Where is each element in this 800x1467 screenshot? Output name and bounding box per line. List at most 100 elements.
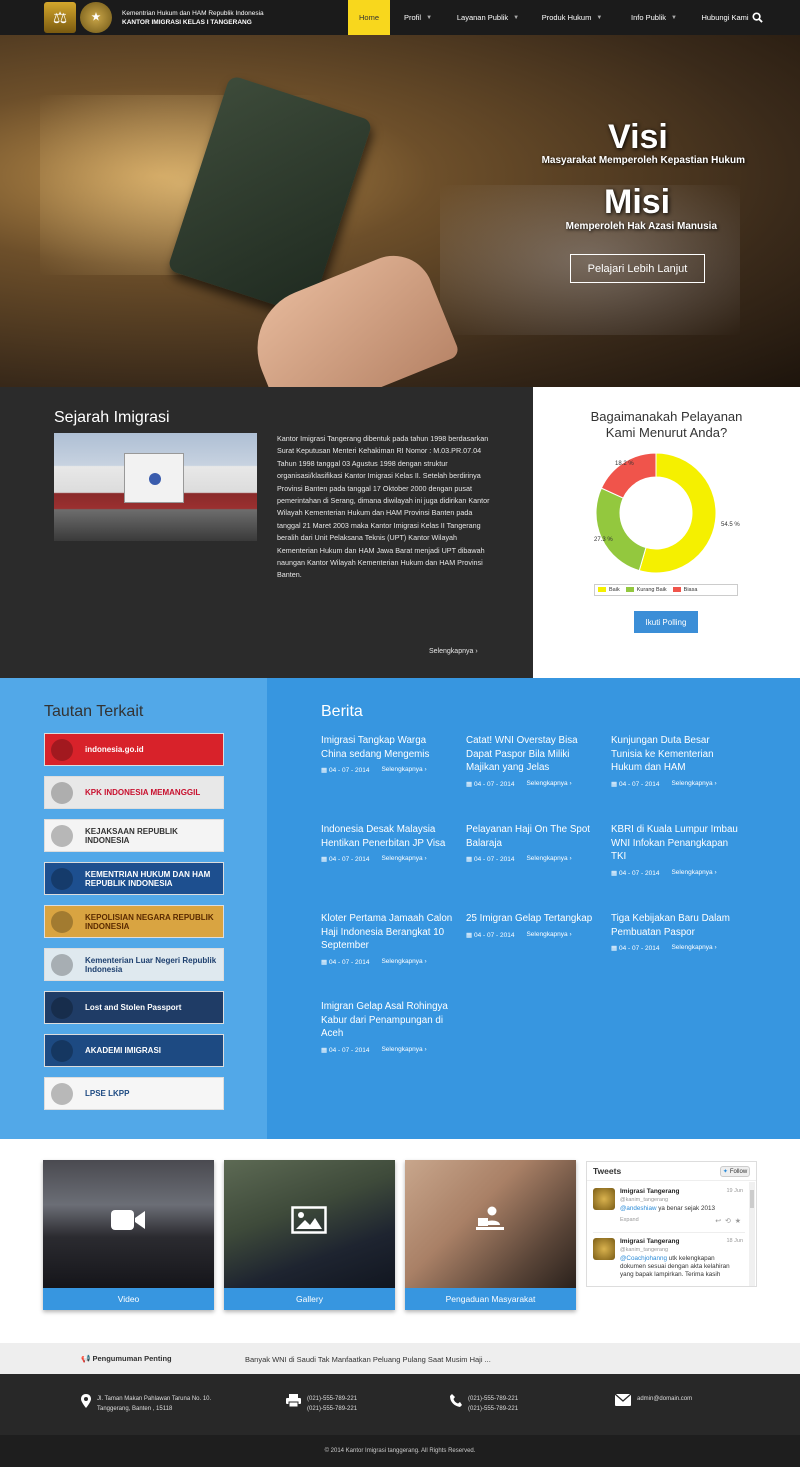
visi-title: Visi [608, 118, 668, 156]
emblem-icon [51, 825, 73, 847]
emblem-icon [51, 954, 73, 976]
news-title[interactable]: 25 Imigran Gelap Tertangkap [466, 912, 598, 926]
reply-icon[interactable]: ↩ [715, 1218, 721, 1225]
news-more-link[interactable]: Selengkapnya › [671, 780, 716, 788]
expand-link[interactable]: Expand [620, 1217, 639, 1223]
news-title[interactable]: Imigrasi Tangkap Warga China sedang Meng… [321, 734, 453, 761]
fax-icon [286, 1394, 301, 1407]
related-link-banner[interactable]: LPSE LKPP [44, 1077, 224, 1110]
news-more-link[interactable]: Selengkapnya › [381, 766, 426, 774]
calendar-icon: ▦ [321, 767, 328, 774]
follow-button[interactable]: ✦ Follow [720, 1166, 750, 1177]
menu-item-profil[interactable]: Profil ▼ [390, 0, 446, 35]
menu-item-produk-hukum[interactable]: Produk Hukum ▼ [530, 0, 614, 35]
calendar-icon: ▦ [611, 945, 618, 952]
site-logo[interactable]: ⚖ ★ Kementrian Hukum dan HAM Republik In… [44, 2, 264, 33]
news-title[interactable]: Catat! WNI Overstay Bisa Dapat Paspor Bi… [466, 734, 598, 775]
top-navbar: ⚖ ★ Kementrian Hukum dan HAM Republik In… [0, 0, 800, 35]
related-link-banner[interactable]: indonesia.go.id [44, 733, 224, 766]
complaint-card[interactable]: Pengaduan Masyarakat [405, 1160, 576, 1310]
favorite-icon[interactable]: ★ [735, 1218, 741, 1225]
news-more-link[interactable]: Selengkapnya › [381, 855, 426, 863]
news-title[interactable]: Kloter Pertama Jamaah Calon Haji Indones… [321, 912, 453, 953]
chevron-down-icon: ▼ [426, 14, 433, 21]
menu-item-layanan-publik[interactable]: Layanan Publik ▼ [446, 0, 530, 35]
poll-button[interactable]: Ikuti Polling [634, 611, 698, 633]
avatar [593, 1188, 615, 1210]
footer-email: admin@domain.com [615, 1394, 692, 1406]
news-more-link[interactable]: Selengkapnya › [671, 869, 716, 877]
menu-item-home[interactable]: Home [348, 0, 390, 35]
related-link-banner[interactable]: KEMENTRIAN HUKUM DAN HAM REPUBLIK INDONE… [44, 862, 224, 895]
emblem-icon [51, 911, 73, 933]
learn-more-button[interactable]: Pelajari Lebih Lanjut [570, 254, 705, 283]
emblem-icon [51, 782, 73, 804]
news-more-link[interactable]: Selengkapnya › [381, 958, 426, 966]
announcement-text[interactable]: Banyak WNI di Saudi Tak Manfaatkan Pelua… [245, 1355, 491, 1364]
related-link-banner[interactable]: KPK INDONESIA MEMANGGIL [44, 776, 224, 809]
calendar-icon: ▦ [321, 1046, 328, 1054]
legend-item-biasa: Biasa [672, 587, 697, 593]
misi-text: Memperoleh Hak Azasi Manusia [565, 221, 717, 232]
news-title[interactable]: Imigran Gelap Asal Rohingya Kabur dari P… [321, 1000, 453, 1041]
news-title[interactable]: Tiga Kebijakan Baru Dalam Pembuatan Pasp… [611, 912, 743, 939]
retweet-icon[interactable]: ⟲ [725, 1218, 731, 1225]
search-icon[interactable] [752, 12, 763, 23]
news-title[interactable]: Kunjungan Duta Besar Tunisia ke Kementer… [611, 734, 743, 775]
news-title[interactable]: KBRI di Kuala Lumpur Imbau WNI Infokan P… [611, 823, 743, 864]
news-more-link[interactable]: Selengkapnya › [526, 855, 571, 863]
news-date: ▦ 04 - 07 - 2014 [611, 869, 660, 877]
news-item: Kloter Pertama Jamaah Calon Haji Indones… [321, 912, 453, 966]
news-title[interactable]: Pelayanan Haji On The Spot Balaraja [466, 823, 598, 850]
calendar-icon: ▦ [466, 780, 473, 788]
related-link-banner[interactable]: Lost and Stolen Passport [44, 991, 224, 1024]
related-link-banner[interactable]: AKADEMI IMIGRASI [44, 1034, 224, 1067]
avatar [593, 1238, 615, 1260]
visi-text: Masyarakat Memperoleh Kepastian Hukum [541, 155, 745, 166]
legend-item-baik: Baik [598, 587, 620, 593]
news-item: Pelayanan Haji On The Spot Balaraja ▦ 04 … [466, 823, 598, 863]
menu-item-info-publik[interactable]: Info Publik ▼ [614, 0, 694, 35]
news-item: Kunjungan Duta Besar Tunisia ke Kementer… [611, 734, 743, 788]
tweet-item[interactable]: Imigrasi Tangerang @kanim_tangerang 19 J… [593, 1188, 743, 1228]
sejarah-section: Sejarah Imigrasi Kantor Imigrasi Tangera… [0, 387, 800, 678]
news-date: ▦ 04 - 07 - 2014 [321, 1046, 370, 1054]
menu-item-hubungi-kami[interactable]: Hubungi Kami [694, 0, 756, 35]
news-date: ▦ 04 - 07 - 2014 [466, 931, 515, 939]
related-link-banner[interactable]: Kementerian Luar Negeri Republik Indones… [44, 948, 224, 981]
news-more-link[interactable]: Selengkapnya › [381, 1046, 426, 1054]
tautan-title: Tautan Terkait [44, 703, 144, 720]
calendar-icon: ▦ [466, 931, 473, 939]
donut-slice-kurang-baik [595, 487, 647, 572]
tweet-item[interactable]: Imigrasi Tangerang @kanim_tangerang 18 J… [593, 1238, 743, 1286]
pengayoman-logo-icon: ⚖ [44, 2, 76, 33]
links-news-section: Tautan Terkait indonesia.go.id KPK INDONE… [0, 678, 800, 1139]
office-building-photo [54, 433, 257, 541]
sejarah-more-link[interactable]: Selengkapnya › [429, 648, 478, 655]
tweets-scrollbar[interactable] [749, 1182, 755, 1286]
sejarah-title: Sejarah Imigrasi [54, 409, 170, 426]
footer-phone: (021)-555-789-221 (021)-555-789-221 [450, 1394, 518, 1414]
calendar-icon: ▦ [321, 958, 328, 966]
calendar-icon: ▦ [466, 856, 473, 863]
news-item: 25 Imigran Gelap Tertangkap ▦ 04 - 07 - 2… [466, 912, 598, 939]
emblem-icon [51, 1083, 73, 1105]
envelope-icon [615, 1394, 631, 1406]
footer: Jl. Taman Makan Pahlawan Taruna No. 10. T… [0, 1374, 800, 1435]
gallery-card[interactable]: Gallery [224, 1160, 395, 1310]
related-links-column: Tautan Terkait indonesia.go.id KPK INDONE… [0, 678, 267, 1139]
news-title[interactable]: Indonesia Desak Malaysia Hentikan Penerb… [321, 823, 453, 850]
news-more-link[interactable]: Selengkapnya › [526, 931, 571, 939]
immigration-emblem-icon: ★ [80, 2, 112, 33]
news-date: ▦ 04 - 07 - 2014 [466, 780, 515, 788]
announcement-label: 📢 Pengumuman Penting [81, 1354, 172, 1363]
news-item: Catat! WNI Overstay Bisa Dapat Paspor Bi… [466, 734, 598, 788]
berita-title: Berita [321, 703, 363, 720]
tweet-actions: ↩ ⟲ ★ [715, 1217, 741, 1225]
related-link-banner[interactable]: KEPOLISIAN NEGARA REPUBLIK INDONESIA [44, 905, 224, 938]
news-more-link[interactable]: Selengkapnya › [671, 944, 716, 952]
video-card[interactable]: Video [43, 1160, 214, 1310]
news-more-link[interactable]: Selengkapnya › [526, 780, 571, 788]
news-item: Tiga Kebijakan Baru Dalam Pembuatan Pasp… [611, 912, 743, 952]
related-link-banner[interactable]: KEJAKSAAN REPUBLIK INDONESIA [44, 819, 224, 852]
